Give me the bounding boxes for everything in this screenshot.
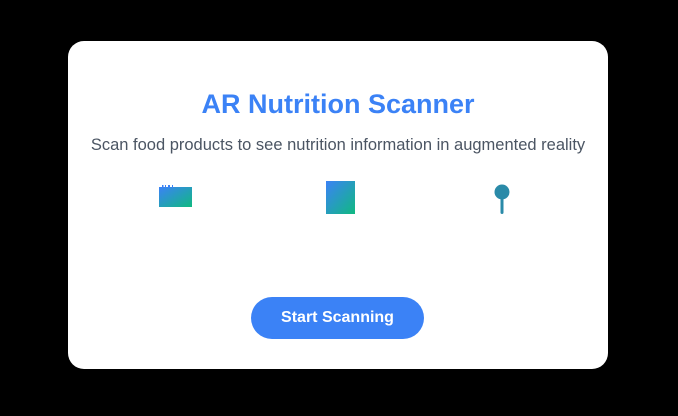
page-subtitle: Scan food products to see nutrition info… [90, 136, 586, 154]
start-scanning-button[interactable]: Start Scanning [251, 297, 424, 339]
scanner-card: AR Nutrition Scanner Scan food products … [68, 41, 608, 369]
location-pin-icon [494, 184, 510, 214]
package-icon [326, 181, 355, 214]
page-title: AR Nutrition Scanner [201, 89, 475, 119]
barcode-icon [159, 184, 192, 207]
